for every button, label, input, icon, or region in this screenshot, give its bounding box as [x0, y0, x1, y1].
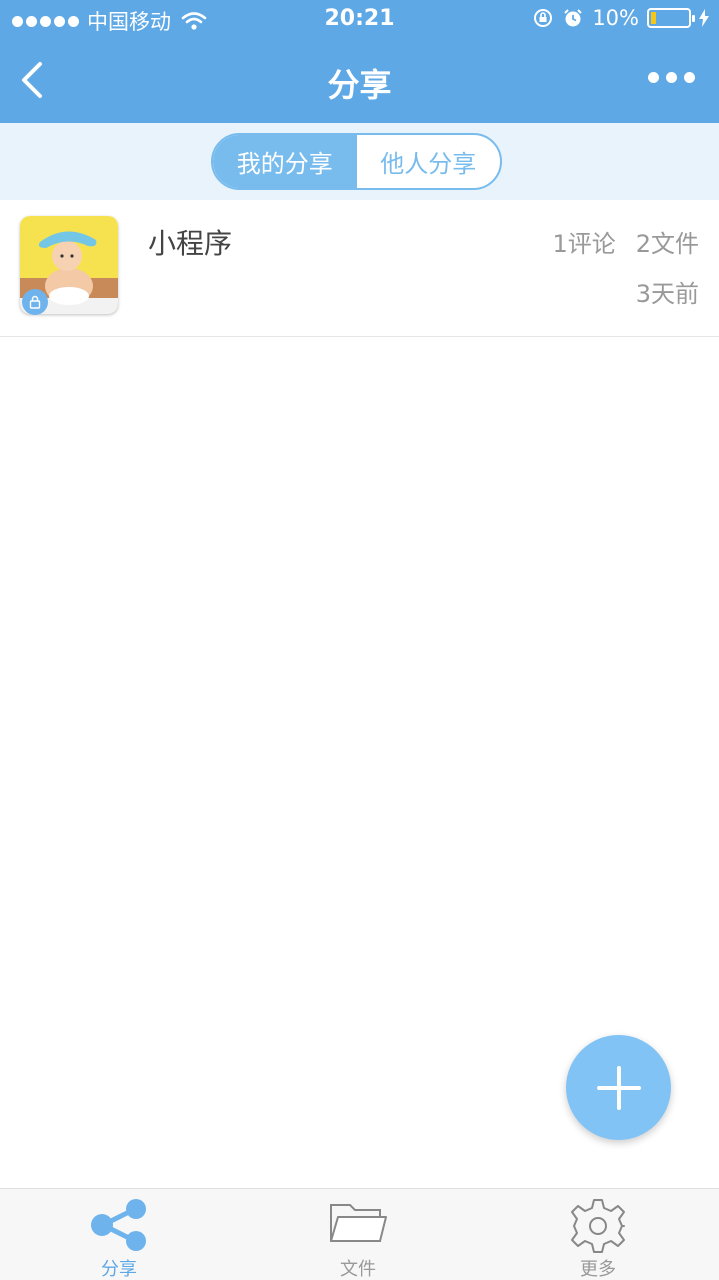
- app-screen: 中国移动 20:21 10% 分享 我的分享 他人分享 小程序 1评论 2文件 …: [0, 0, 719, 1280]
- tab-share[interactable]: 分享: [59, 1189, 179, 1280]
- tab-more-label: 更多: [580, 1259, 616, 1280]
- share-icon: [59, 1197, 179, 1255]
- tab-share-label: 分享: [101, 1259, 137, 1280]
- gear-icon: [538, 1197, 658, 1255]
- status-right: 10%: [532, 6, 709, 30]
- battery-percent: 10%: [592, 6, 639, 30]
- share-meta: 1评论 2文件: [552, 224, 699, 259]
- top-bar: 中国移动 20:21 10% 分享: [0, 0, 719, 123]
- rotation-lock-icon: [534, 9, 553, 27]
- tab-files[interactable]: 文件: [298, 1189, 418, 1280]
- share-title: 小程序: [148, 227, 233, 260]
- tab-others-shares[interactable]: 他人分享: [357, 135, 501, 188]
- add-share-button[interactable]: [566, 1035, 671, 1140]
- plus-icon: [596, 1065, 641, 1110]
- folder-icon: [298, 1197, 418, 1255]
- page-title: 分享: [327, 66, 392, 104]
- tab-bar: 分享 文件 更多: [0, 1188, 719, 1280]
- tab-my-shares[interactable]: 我的分享: [213, 135, 357, 188]
- more-options-button[interactable]: [648, 72, 695, 83]
- share-time: 3天前: [635, 280, 699, 308]
- battery-icon: [647, 8, 695, 28]
- comment-count: 1评论: [552, 230, 616, 258]
- list-item[interactable]: 小程序 1评论 2文件 3天前: [0, 200, 719, 337]
- charging-icon: [699, 9, 709, 27]
- tab-more[interactable]: 更多: [538, 1189, 658, 1280]
- lock-icon: [22, 289, 48, 315]
- alarm-icon: [564, 9, 583, 27]
- tab-files-label: 文件: [340, 1259, 376, 1280]
- status-bar: 中国移动 20:21 10%: [0, 0, 719, 40]
- nav-bar: 分享: [0, 40, 719, 123]
- segment-bar: 我的分享 他人分享: [0, 123, 719, 200]
- segmented-control: 我的分享 他人分享: [211, 133, 502, 190]
- file-count: 2文件: [635, 230, 699, 258]
